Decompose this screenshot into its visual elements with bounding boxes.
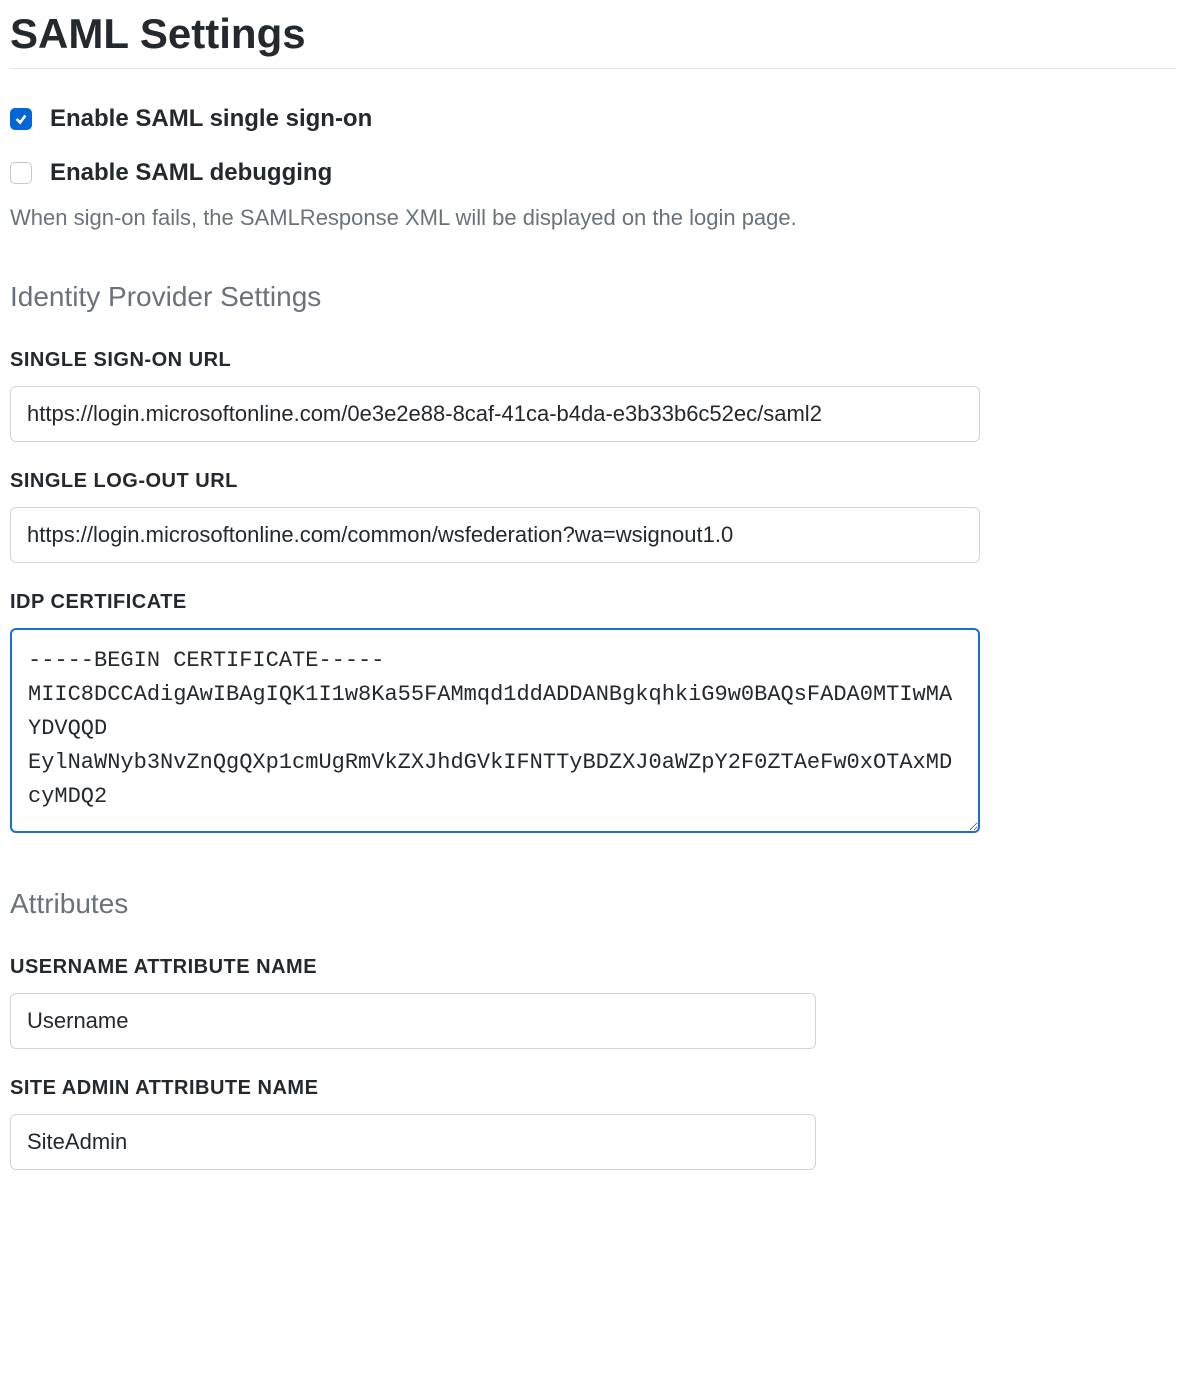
idp-certificate-label: IDP CERTIFICATE — [10, 591, 1176, 614]
attributes-heading: Attributes — [10, 888, 1176, 920]
slo-url-label: SINGLE LOG-OUT URL — [10, 470, 1176, 493]
idp-settings-heading: Identity Provider Settings — [10, 281, 1176, 313]
username-attribute-input[interactable] — [10, 993, 816, 1049]
sso-url-input[interactable] — [10, 386, 980, 442]
check-icon — [14, 112, 28, 126]
sso-url-label: SINGLE SIGN-ON URL — [10, 349, 1176, 372]
site-admin-attribute-input[interactable] — [10, 1114, 816, 1170]
enable-saml-debugging-label: Enable SAML debugging — [50, 159, 332, 187]
enable-saml-sso-checkbox[interactable] — [10, 108, 32, 130]
page-title: SAML Settings — [10, 10, 1176, 69]
username-attribute-label: USERNAME ATTRIBUTE NAME — [10, 956, 1176, 979]
site-admin-attribute-label: SITE ADMIN ATTRIBUTE NAME — [10, 1077, 1176, 1100]
enable-saml-sso-label: Enable SAML single sign-on — [50, 105, 372, 133]
slo-url-input[interactable] — [10, 507, 980, 563]
debugging-help-text: When sign-on fails, the SAMLResponse XML… — [10, 205, 1176, 231]
enable-saml-debugging-checkbox[interactable] — [10, 162, 32, 184]
idp-certificate-textarea[interactable] — [10, 628, 980, 833]
